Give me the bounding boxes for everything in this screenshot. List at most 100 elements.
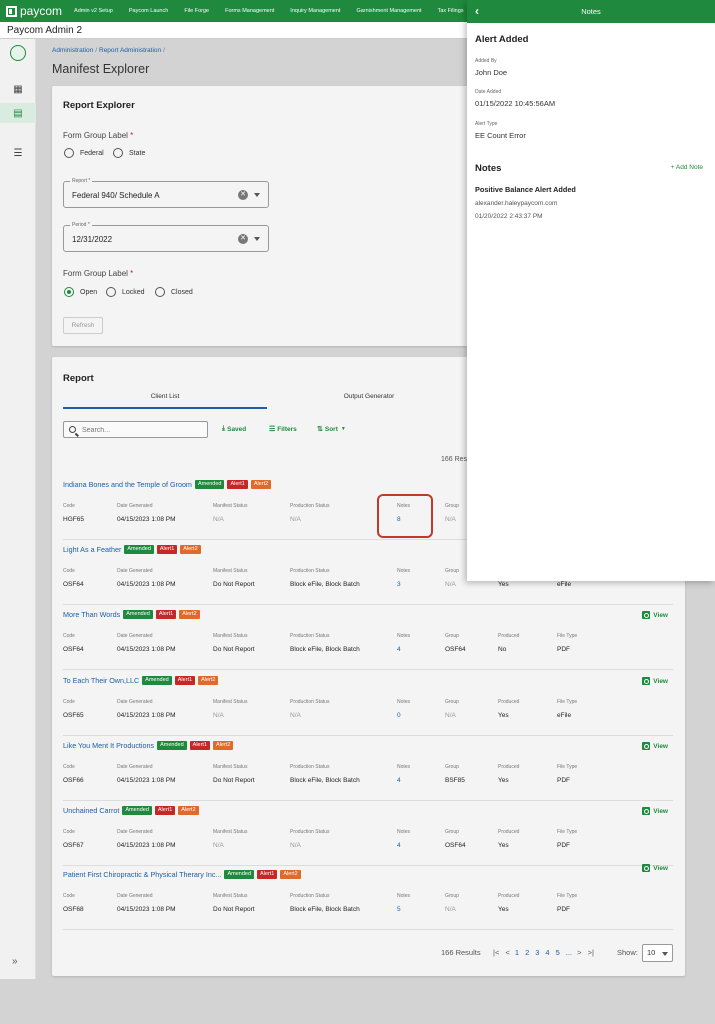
alert2-badge[interactable]: Alert2 [198, 676, 219, 685]
radio-circle[interactable] [113, 148, 123, 158]
radio-locked[interactable]: Locked [106, 287, 145, 297]
radio-federal[interactable]: Federal [64, 148, 104, 158]
dashboard-icon[interactable]: ▦ [0, 79, 36, 99]
alert1-badge[interactable]: Alert1 [174, 676, 196, 685]
next-page-button[interactable]: > [577, 948, 581, 957]
view-icon [642, 807, 651, 815]
view-button[interactable]: View [642, 864, 668, 872]
page-4[interactable]: 4 [545, 948, 549, 957]
nav-file-forge[interactable]: File Forge [184, 8, 209, 14]
radio-closed[interactable]: Closed [155, 287, 193, 297]
sort-button[interactable]: ⇅ Sort ▼ [317, 425, 346, 434]
nav-tax-filings[interactable]: Tax Filings [438, 8, 464, 14]
search-box[interactable] [63, 421, 208, 438]
column-header-manifest: Manifest Status [213, 503, 248, 509]
radio-state[interactable]: State [113, 148, 145, 158]
breadcrumb-administration[interactable]: Administration [52, 47, 93, 54]
alert2-badge[interactable]: Alert2 [179, 610, 200, 619]
cell-manifest: N/A [213, 712, 224, 719]
alert2-badge[interactable]: Alert2 [180, 545, 201, 554]
notes-panel-header: ‹ Notes [467, 0, 715, 23]
client-name-link[interactable]: Unchained Carrot Amended Alert1 Alert2 [63, 806, 199, 815]
refresh-button[interactable]: Refresh [63, 317, 103, 334]
cell-notes[interactable]: 4 [397, 646, 401, 653]
alert2-badge[interactable]: Alert2 [213, 741, 234, 750]
app-logo-icon[interactable] [10, 45, 26, 61]
nav-forms-management[interactable]: Forms Management [225, 8, 274, 14]
client-name-link[interactable]: To Each Their Own,LLC Amended Alert1 Alert2 [63, 676, 219, 685]
tab-client-list[interactable]: Client List [63, 393, 267, 400]
view-icon [642, 742, 651, 750]
search-input[interactable] [82, 424, 202, 436]
add-note-button[interactable]: + Add Note [671, 164, 703, 171]
page-1[interactable]: 1 [515, 948, 519, 957]
view-button[interactable]: View [642, 807, 668, 815]
nav-paycom-launch[interactable]: Paycom Launch [129, 8, 168, 14]
page-size-select[interactable]: 10 [642, 944, 673, 962]
saved-button[interactable]: ⤓ Saved [222, 425, 246, 433]
column-header-production: Production Status [290, 633, 330, 639]
column-header-produced: Produced [498, 829, 520, 835]
alert2-badge[interactable]: Alert2 [250, 480, 272, 489]
radio-circle[interactable] [155, 287, 165, 297]
clear-icon[interactable]: ✕ [238, 190, 248, 200]
prev-page-button[interactable]: < [505, 948, 509, 957]
alert1-badge[interactable]: Alert1 [189, 741, 211, 750]
alert2-badge[interactable]: Alert2 [178, 806, 199, 815]
chevron-down-icon[interactable] [254, 193, 260, 197]
cell-produced: Yes [498, 842, 509, 849]
page-3[interactable]: 3 [535, 948, 539, 957]
cell-notes[interactable]: 0 [397, 712, 401, 719]
client-name-link[interactable]: Light As a Feather Amended Alert1 Alert2 [63, 545, 201, 554]
expand-sidebar-icon[interactable]: » [12, 956, 18, 967]
cell-manifest: Do Not Report [213, 646, 255, 653]
filters-button[interactable]: ☰ Filters [269, 425, 297, 434]
alert1-badge[interactable]: Alert1 [156, 545, 178, 554]
paycom-logo[interactable]: paycom [6, 4, 62, 18]
radio-open[interactable]: Open [64, 287, 97, 297]
client-name-link[interactable]: Patient First Chiropractic & Physical Th… [63, 870, 301, 879]
cell-code: OSF68 [63, 906, 84, 913]
nav-admin-v2-setup[interactable]: Admin v2 Setup [74, 8, 113, 14]
column-header-group: Group [445, 503, 459, 509]
cell-notes[interactable]: 4 [397, 842, 401, 849]
view-button[interactable]: View [642, 742, 668, 750]
first-page-button[interactable]: |< [493, 948, 499, 957]
tab-output-generator[interactable]: Output Generator [267, 393, 471, 400]
chevron-down-icon [662, 952, 668, 956]
radio-circle-selected[interactable] [64, 287, 74, 297]
alert1-badge[interactable]: Alert1 [227, 480, 248, 489]
view-button[interactable]: View [642, 611, 668, 619]
client-name-link[interactable]: More Than Words Amended Alert1 Alert2 [63, 610, 200, 619]
report-select[interactable]: Report * Federal 940/ Schedule A ✕ [63, 178, 269, 208]
client-name-link[interactable]: Like You Ment It Productions Amended Alert… [63, 741, 234, 750]
cell-notes[interactable]: 4 [397, 777, 401, 784]
page-5[interactable]: 5 [556, 948, 560, 957]
nav-inquiry-management[interactable]: Inquiry Management [290, 8, 340, 14]
chevron-down-icon[interactable] [254, 237, 260, 241]
period-select[interactable]: Period * 12/31/2022 ✕ [63, 222, 269, 252]
amended-badge: Amended [123, 610, 153, 619]
cell-notes[interactable]: 3 [397, 581, 401, 588]
breadcrumb-report-administration[interactable]: Report Administration [99, 47, 161, 54]
view-button[interactable]: View [642, 677, 668, 685]
column-header-date: Date Generated [117, 503, 153, 509]
radio-circle[interactable] [106, 287, 116, 297]
client-name-link[interactable]: Indiana Bones and the Temple of Groom Ame… [63, 480, 272, 489]
cell-production: Block eFile, Block Batch [290, 777, 360, 784]
alert1-badge[interactable]: Alert1 [257, 870, 278, 879]
alert1-badge[interactable]: Alert1 [155, 610, 177, 619]
alert2-badge[interactable]: Alert2 [280, 870, 301, 879]
last-page-button[interactable]: >| [588, 948, 594, 957]
clear-icon[interactable]: ✕ [238, 234, 248, 244]
form-group-label: Form Group Label * [63, 131, 134, 140]
column-header-production: Production Status [290, 893, 330, 899]
page-2[interactable]: 2 [525, 948, 529, 957]
alert1-badge[interactable]: Alert1 [154, 806, 176, 815]
radio-circle[interactable] [64, 148, 74, 158]
clipboard-icon[interactable]: ▤ [0, 103, 36, 123]
cell-code: OSF64 [63, 646, 84, 653]
list-icon[interactable]: ☰ [0, 143, 36, 163]
cell-notes[interactable]: 5 [397, 906, 401, 913]
nav-garnishment-management[interactable]: Garnishment Management [356, 8, 421, 14]
